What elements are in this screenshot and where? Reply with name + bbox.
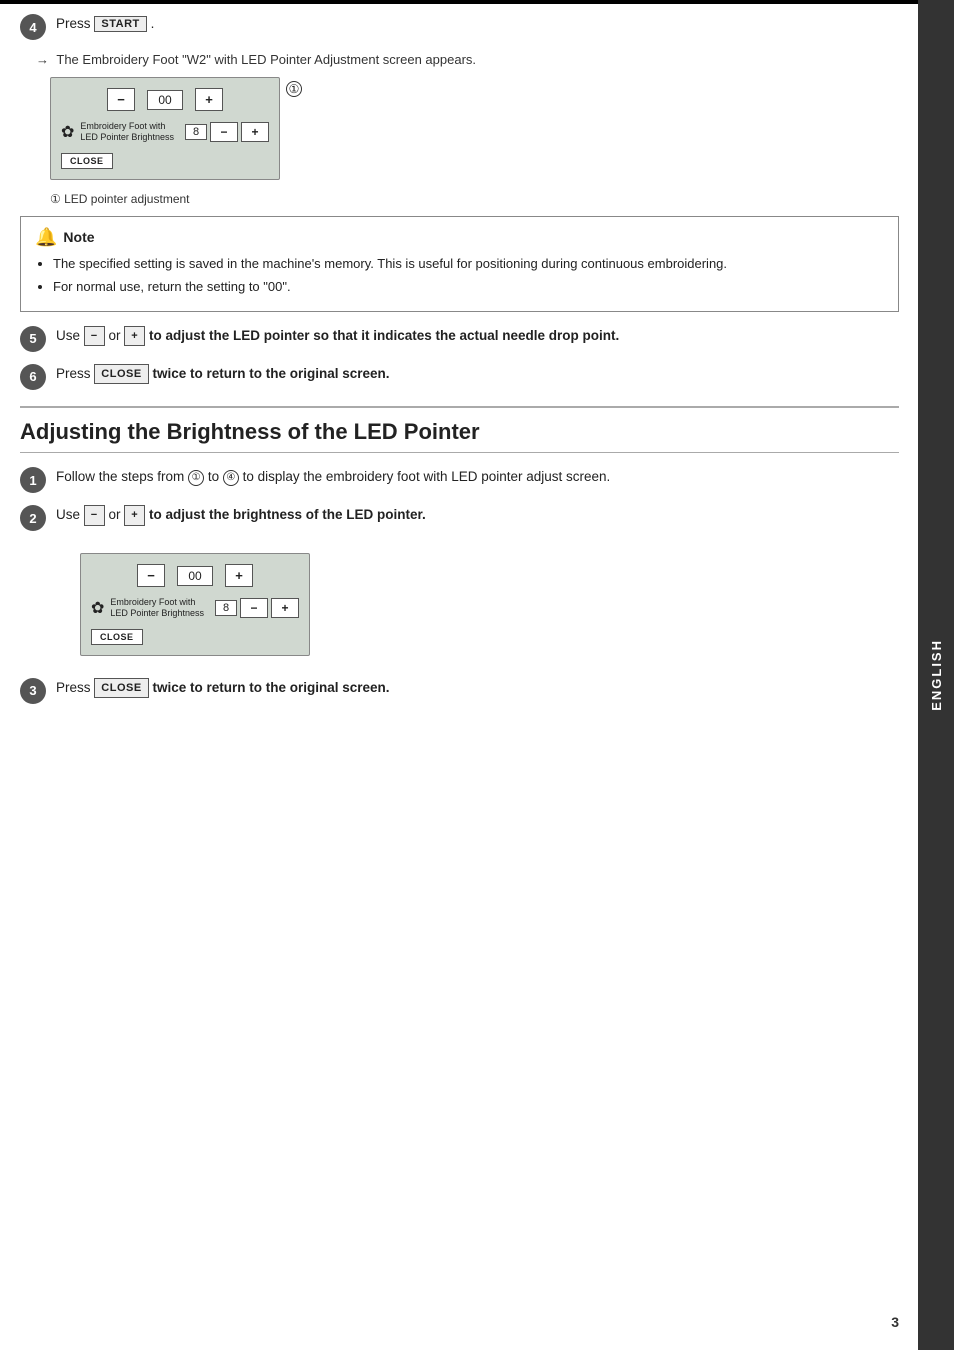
page-number: 3 [891,1314,899,1330]
lcd-lower-wrapper: − 00 + ✿ Embroidery Foot with LED Pointe… [50,543,310,666]
step-5-content: Use − or + to adjust the LED pointer so … [56,326,899,347]
lcd-upper-icon: ✿ [61,122,74,142]
start-button-inline: START [94,16,146,32]
lower-step-3-content: Press CLOSE twice to return to the origi… [56,678,899,699]
lcd-lower-controls: 8 − + [215,598,299,618]
lcd-upper-small-display: 8 [185,124,207,140]
step-6-content: Press CLOSE twice to return to the origi… [56,364,899,385]
lcd-lower-icon: ✿ [91,598,104,618]
section-title: Adjusting the Brightness of the LED Poin… [20,418,899,447]
lcd-lower-top-row: − 00 + [91,564,299,587]
lcd-upper-plus-btn[interactable]: + [195,88,223,111]
lower-step-2-plus-btn: + [124,505,145,526]
lcd-lower-plus-btn[interactable]: + [225,564,253,587]
lcd-lower-close-btn[interactable]: CLOSE [91,629,143,645]
step-5-circle: 5 [20,326,46,352]
annotation-circle-1: ① [286,81,302,97]
section-heading: Adjusting the Brightness of the LED Poin… [20,406,899,454]
note-item-2: For normal use, return the setting to "0… [53,277,884,297]
step-5-row: 5 Use − or + to adjust the LED pointer s… [20,326,899,352]
lower-step-2-circle: 2 [20,505,46,531]
english-sidebar: ENGLISH [918,0,954,1350]
step-4-content: Press START . [56,14,899,34]
lcd-lower-plus-small[interactable]: + [271,598,299,618]
lcd-lower-display: 00 [177,566,213,586]
step-4-arrow-text: → The Embroidery Foot "W2" with LED Poin… [36,52,899,67]
lcd-upper-top-row: − 00 + [61,88,269,111]
lower-step-2-minus-btn: − [84,505,105,526]
step-5-plus-btn: + [124,326,145,347]
lower-step-2-content: Use − or + to adjust the brightness of t… [56,505,899,526]
lower-step-2-text: to adjust the brightness of the LED poin… [149,507,426,522]
lcd-upper-wrapper: − 00 + ✿ Embroidery Foot with LED Pointe… [20,67,280,190]
lcd-upper-bottom-row: ✿ Embroidery Foot with LED Pointer Brigh… [61,121,269,143]
lcd-lower-bottom-row: ✿ Embroidery Foot with LED Pointer Brigh… [91,597,299,619]
note-icon: 🔔 [35,227,57,248]
note-item-1: The specified setting is saved in the ma… [53,254,884,274]
note-header: 🔔 Note [35,227,884,248]
step-4-row: 4 Press START . [20,14,899,40]
lower-step-3-circle: 3 [20,678,46,704]
lower-step-1-circle: 1 [20,467,46,493]
lcd-lower: − 00 + ✿ Embroidery Foot with LED Pointe… [80,553,310,656]
lower-step-3-text: twice to return to the original screen. [152,680,389,695]
lcd-lower-minus-small[interactable]: − [240,598,268,618]
lcd-lower-minus-btn[interactable]: − [137,564,165,587]
lcd-upper-controls: 8 − + [185,122,269,142]
step-6-text: twice to return to the original screen. [152,366,389,381]
step-4-press-label: Press [56,16,91,31]
step-4-circle: 4 [20,14,46,40]
lcd-upper-minus-btn[interactable]: − [107,88,135,111]
lower-step-2-row: 2 Use − or + to adjust the brightness of… [20,505,899,531]
lcd-lower-small-display: 8 [215,600,237,616]
lcd-upper-plus-small[interactable]: + [241,122,269,142]
note-body: The specified setting is saved in the ma… [35,254,884,297]
annotation-label: ① LED pointer adjustment [50,192,899,206]
step-5-minus-btn: − [84,326,105,347]
lcd-lower-label: Embroidery Foot with LED Pointer Brightn… [110,597,204,619]
step-6-close-btn: CLOSE [94,364,148,385]
lower-step-1-content: Follow the steps from ① to ④ to display … [56,467,899,487]
english-label: ENGLISH [929,639,944,711]
lower-step-3-row: 3 Press CLOSE twice to return to the ori… [20,678,899,704]
lcd-upper-label: Embroidery Foot with LED Pointer Brightn… [80,121,174,143]
lower-step-3-close-btn: CLOSE [94,678,148,699]
lcd-upper-display: 00 [147,90,183,110]
lcd-upper-minus-small[interactable]: − [210,122,238,142]
lower-step-1-row: 1 Follow the steps from ① to ④ to displa… [20,467,899,493]
note-title: Note [63,229,94,245]
step-6-circle: 6 [20,364,46,390]
lower-step-1-circle-4: ④ [223,470,239,486]
note-box: 🔔 Note The specified setting is saved in… [20,216,899,312]
step-6-row: 6 Press CLOSE twice to return to the ori… [20,364,899,390]
lower-step-1-circle-1: ① [188,470,204,486]
lcd-upper-close-btn[interactable]: CLOSE [61,153,113,169]
step-5-text: to adjust the LED pointer so that it ind… [149,328,619,343]
lower-step-1-text-part1: Follow the steps from [56,469,188,484]
lcd-upper: − 00 + ✿ Embroidery Foot with LED Pointe… [50,77,280,180]
main-content: 4 Press START . → The Embroidery Foot "W… [20,4,899,746]
